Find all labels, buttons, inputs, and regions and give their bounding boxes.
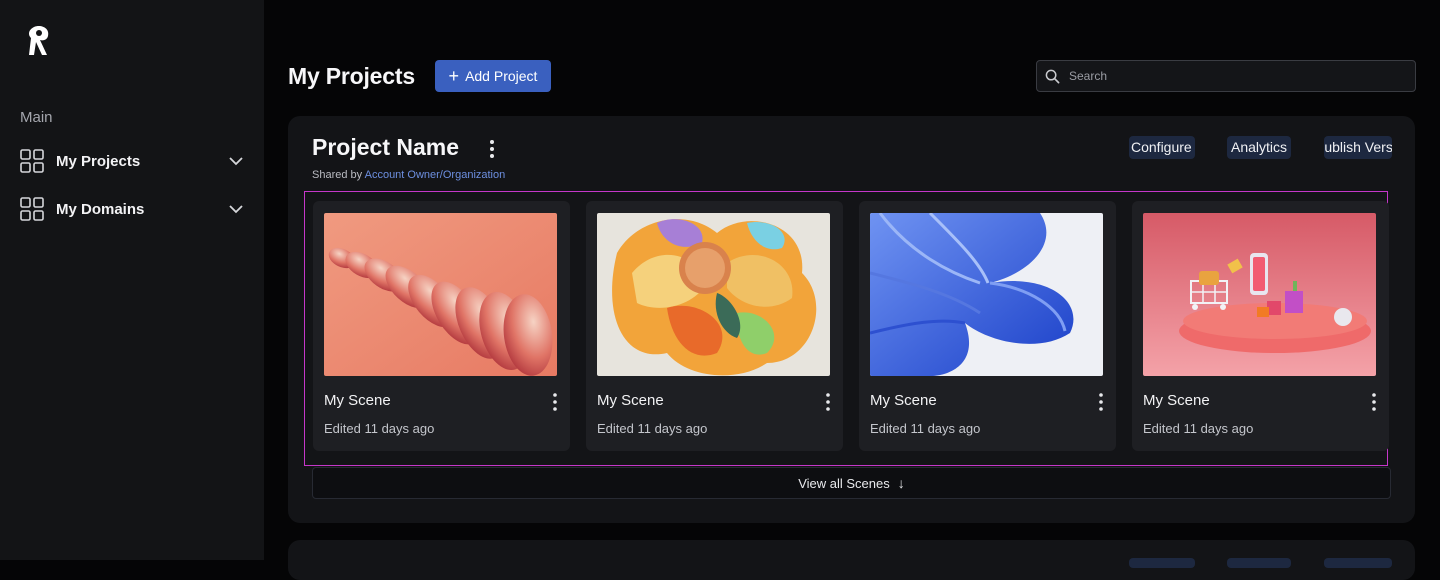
shared-by-prefix: Shared by [312, 169, 363, 181]
scene-edited-time: Edited 11 days ago [597, 421, 708, 436]
add-project-button[interactable]: + Add Project [435, 60, 551, 92]
scene-edited-time: Edited 11 days ago [324, 421, 435, 436]
analytics-button[interactable]: Analytics [1227, 136, 1291, 159]
sidebar-item-label: My Domains [56, 200, 145, 218]
publish-version-label: Publish Version [1324, 139, 1392, 155]
publish-version-button[interactable]: Publish Version [1324, 136, 1392, 159]
scene-name: My Scene [597, 392, 664, 409]
view-all-label: View all Scenes [798, 475, 890, 491]
sidebar-item-label: My Projects [56, 152, 141, 170]
scene-card[interactable]: My Scene Edited 11 days ago [1132, 201, 1389, 451]
shared-by-line: Shared by Account Owner/Organization [312, 169, 505, 181]
search-icon [1045, 69, 1060, 83]
scene-thumbnail [870, 213, 1103, 376]
plus-icon: + [448, 66, 460, 86]
add-project-label: Add Project [465, 68, 538, 84]
more-vertical-icon[interactable] [548, 392, 562, 412]
arrow-down-icon: ↓ [897, 475, 905, 491]
owner-link[interactable]: Account Owner/Organization [365, 169, 506, 181]
scene-card[interactable]: My Scene Edited 11 days ago [859, 201, 1116, 451]
scene-card[interactable]: My Scene Edited 11 days ago [313, 201, 570, 451]
sidebar: Main My Projects My Domains [0, 0, 264, 560]
sidebar-item-my-projects[interactable]: My Projects [20, 147, 244, 175]
scene-card[interactable]: My Scene Edited 11 days ago [586, 201, 843, 451]
more-vertical-icon[interactable] [821, 392, 835, 412]
main-content: My Projects + Add Project Project Name S… [264, 0, 1440, 580]
view-all-scenes-button[interactable]: View all Scenes ↓ [312, 467, 1391, 499]
grid-icon [20, 197, 44, 221]
scene-edited-time: Edited 11 days ago [870, 421, 981, 436]
sidebar-section-label: Main [20, 109, 53, 126]
page-title: My Projects [288, 63, 415, 89]
configure-button[interactable]: Configure [1129, 136, 1195, 159]
scene-name: My Scene [1143, 392, 1210, 409]
scene-edited-time: Edited 11 days ago [1143, 421, 1254, 436]
more-vertical-icon[interactable] [484, 138, 500, 160]
search-input[interactable] [1069, 69, 1389, 83]
project-card-next [288, 540, 1415, 580]
more-vertical-icon[interactable] [1367, 392, 1381, 412]
project-card: Project Name Shared by Account Owner/Org… [288, 116, 1415, 523]
scene-thumbnail [324, 213, 557, 376]
chevron-down-icon[interactable] [228, 201, 244, 217]
scene-thumbnail [1143, 213, 1376, 376]
scene-thumbnail [597, 213, 830, 376]
search-box[interactable] [1036, 60, 1416, 92]
more-vertical-icon[interactable] [1094, 392, 1108, 412]
grid-icon [20, 149, 44, 173]
project-name: Project Name [312, 134, 460, 160]
scenes-row: My Scene Edited 11 days ago My Scene Edi… [304, 191, 1389, 466]
chevron-down-icon[interactable] [228, 153, 244, 169]
sidebar-item-my-domains[interactable]: My Domains [20, 195, 244, 223]
scene-name: My Scene [870, 392, 937, 409]
scene-name: My Scene [324, 392, 391, 409]
brand-logo[interactable] [24, 24, 54, 58]
